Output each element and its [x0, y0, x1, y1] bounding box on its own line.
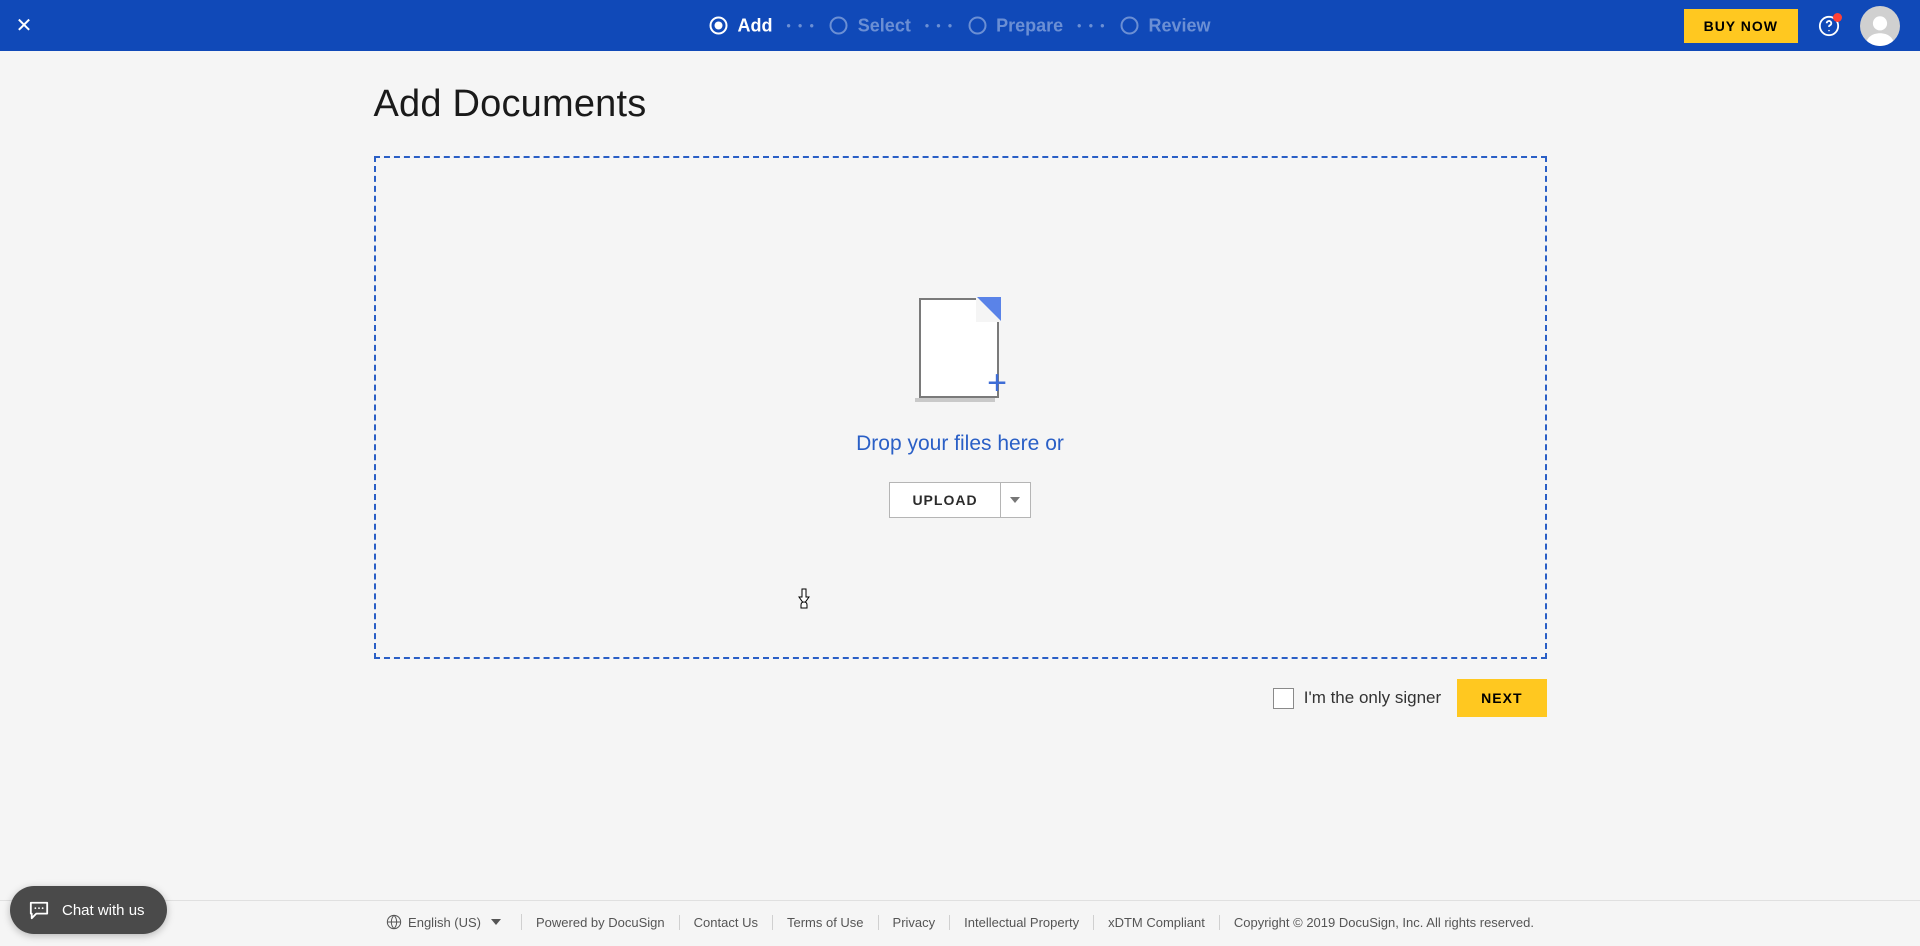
progress-steps: Add • • • Select • • • Prepare • • • Rev…: [710, 15, 1211, 36]
chat-icon: [28, 900, 50, 920]
notification-dot-icon: [1833, 13, 1842, 22]
step-radio-icon: [830, 17, 848, 35]
step-label: Select: [858, 15, 911, 36]
footer-link-powered[interactable]: Powered by DocuSign: [522, 915, 680, 930]
footer-link-ip[interactable]: Intellectual Property: [950, 915, 1094, 930]
step-radio-icon: [968, 17, 986, 35]
chat-label: Chat with us: [62, 902, 145, 919]
upload-button-group: UPLOAD: [889, 482, 1030, 518]
step-separator: • • •: [925, 19, 954, 33]
upload-button[interactable]: UPLOAD: [889, 482, 1000, 518]
header-actions: BUY NOW: [1684, 6, 1900, 46]
buy-now-button[interactable]: BUY NOW: [1684, 9, 1798, 43]
footer-link-contact[interactable]: Contact Us: [680, 915, 773, 930]
language-selector[interactable]: English (US): [372, 914, 522, 930]
action-row: I'm the only signer NEXT: [374, 679, 1547, 717]
upload-dropdown-toggle[interactable]: [1001, 482, 1031, 518]
only-signer-label: I'm the only signer: [1304, 688, 1441, 708]
footer-link-xdtm[interactable]: xDTM Compliant: [1094, 915, 1220, 930]
chat-widget[interactable]: Chat with us: [10, 886, 167, 934]
caret-down-icon: [1010, 497, 1020, 503]
caret-down-icon: [491, 919, 501, 925]
avatar-icon: [1863, 12, 1897, 46]
step-prepare[interactable]: Prepare: [968, 15, 1063, 36]
page-title: Add Documents: [374, 83, 1547, 126]
step-label: Add: [738, 15, 773, 36]
main-content: Add Documents + Drop your files here or …: [374, 51, 1547, 717]
language-label: English (US): [408, 915, 481, 930]
footer-link-privacy[interactable]: Privacy: [879, 915, 951, 930]
step-review[interactable]: Review: [1120, 15, 1210, 36]
only-signer-checkbox[interactable]: I'm the only signer: [1273, 688, 1441, 709]
step-radio-icon: [710, 17, 728, 35]
file-dropzone[interactable]: + Drop your files here or UPLOAD: [374, 156, 1547, 659]
step-label: Prepare: [996, 15, 1063, 36]
step-separator: • • •: [787, 19, 816, 33]
header-bar: ✕ Add • • • Select • • • Prepare • • • R…: [0, 0, 1920, 51]
close-icon: ✕: [16, 13, 33, 38]
close-button[interactable]: ✕: [12, 14, 36, 38]
step-radio-icon: [1120, 17, 1138, 35]
globe-icon: [386, 914, 402, 930]
footer-copyright: Copyright © 2019 DocuSign, Inc. All righ…: [1220, 915, 1548, 930]
checkbox-icon: [1273, 688, 1294, 709]
help-button[interactable]: [1818, 15, 1840, 37]
footer: English (US) Powered by DocuSign Contact…: [0, 900, 1920, 946]
step-select[interactable]: Select: [830, 15, 911, 36]
document-add-icon: +: [915, 298, 1005, 408]
footer-link-terms[interactable]: Terms of Use: [773, 915, 879, 930]
step-add[interactable]: Add: [710, 15, 773, 36]
profile-avatar[interactable]: [1860, 6, 1900, 46]
next-button[interactable]: NEXT: [1457, 679, 1546, 717]
drop-instructions: Drop your files here or: [856, 432, 1064, 456]
step-separator: • • •: [1077, 19, 1106, 33]
step-label: Review: [1148, 15, 1210, 36]
